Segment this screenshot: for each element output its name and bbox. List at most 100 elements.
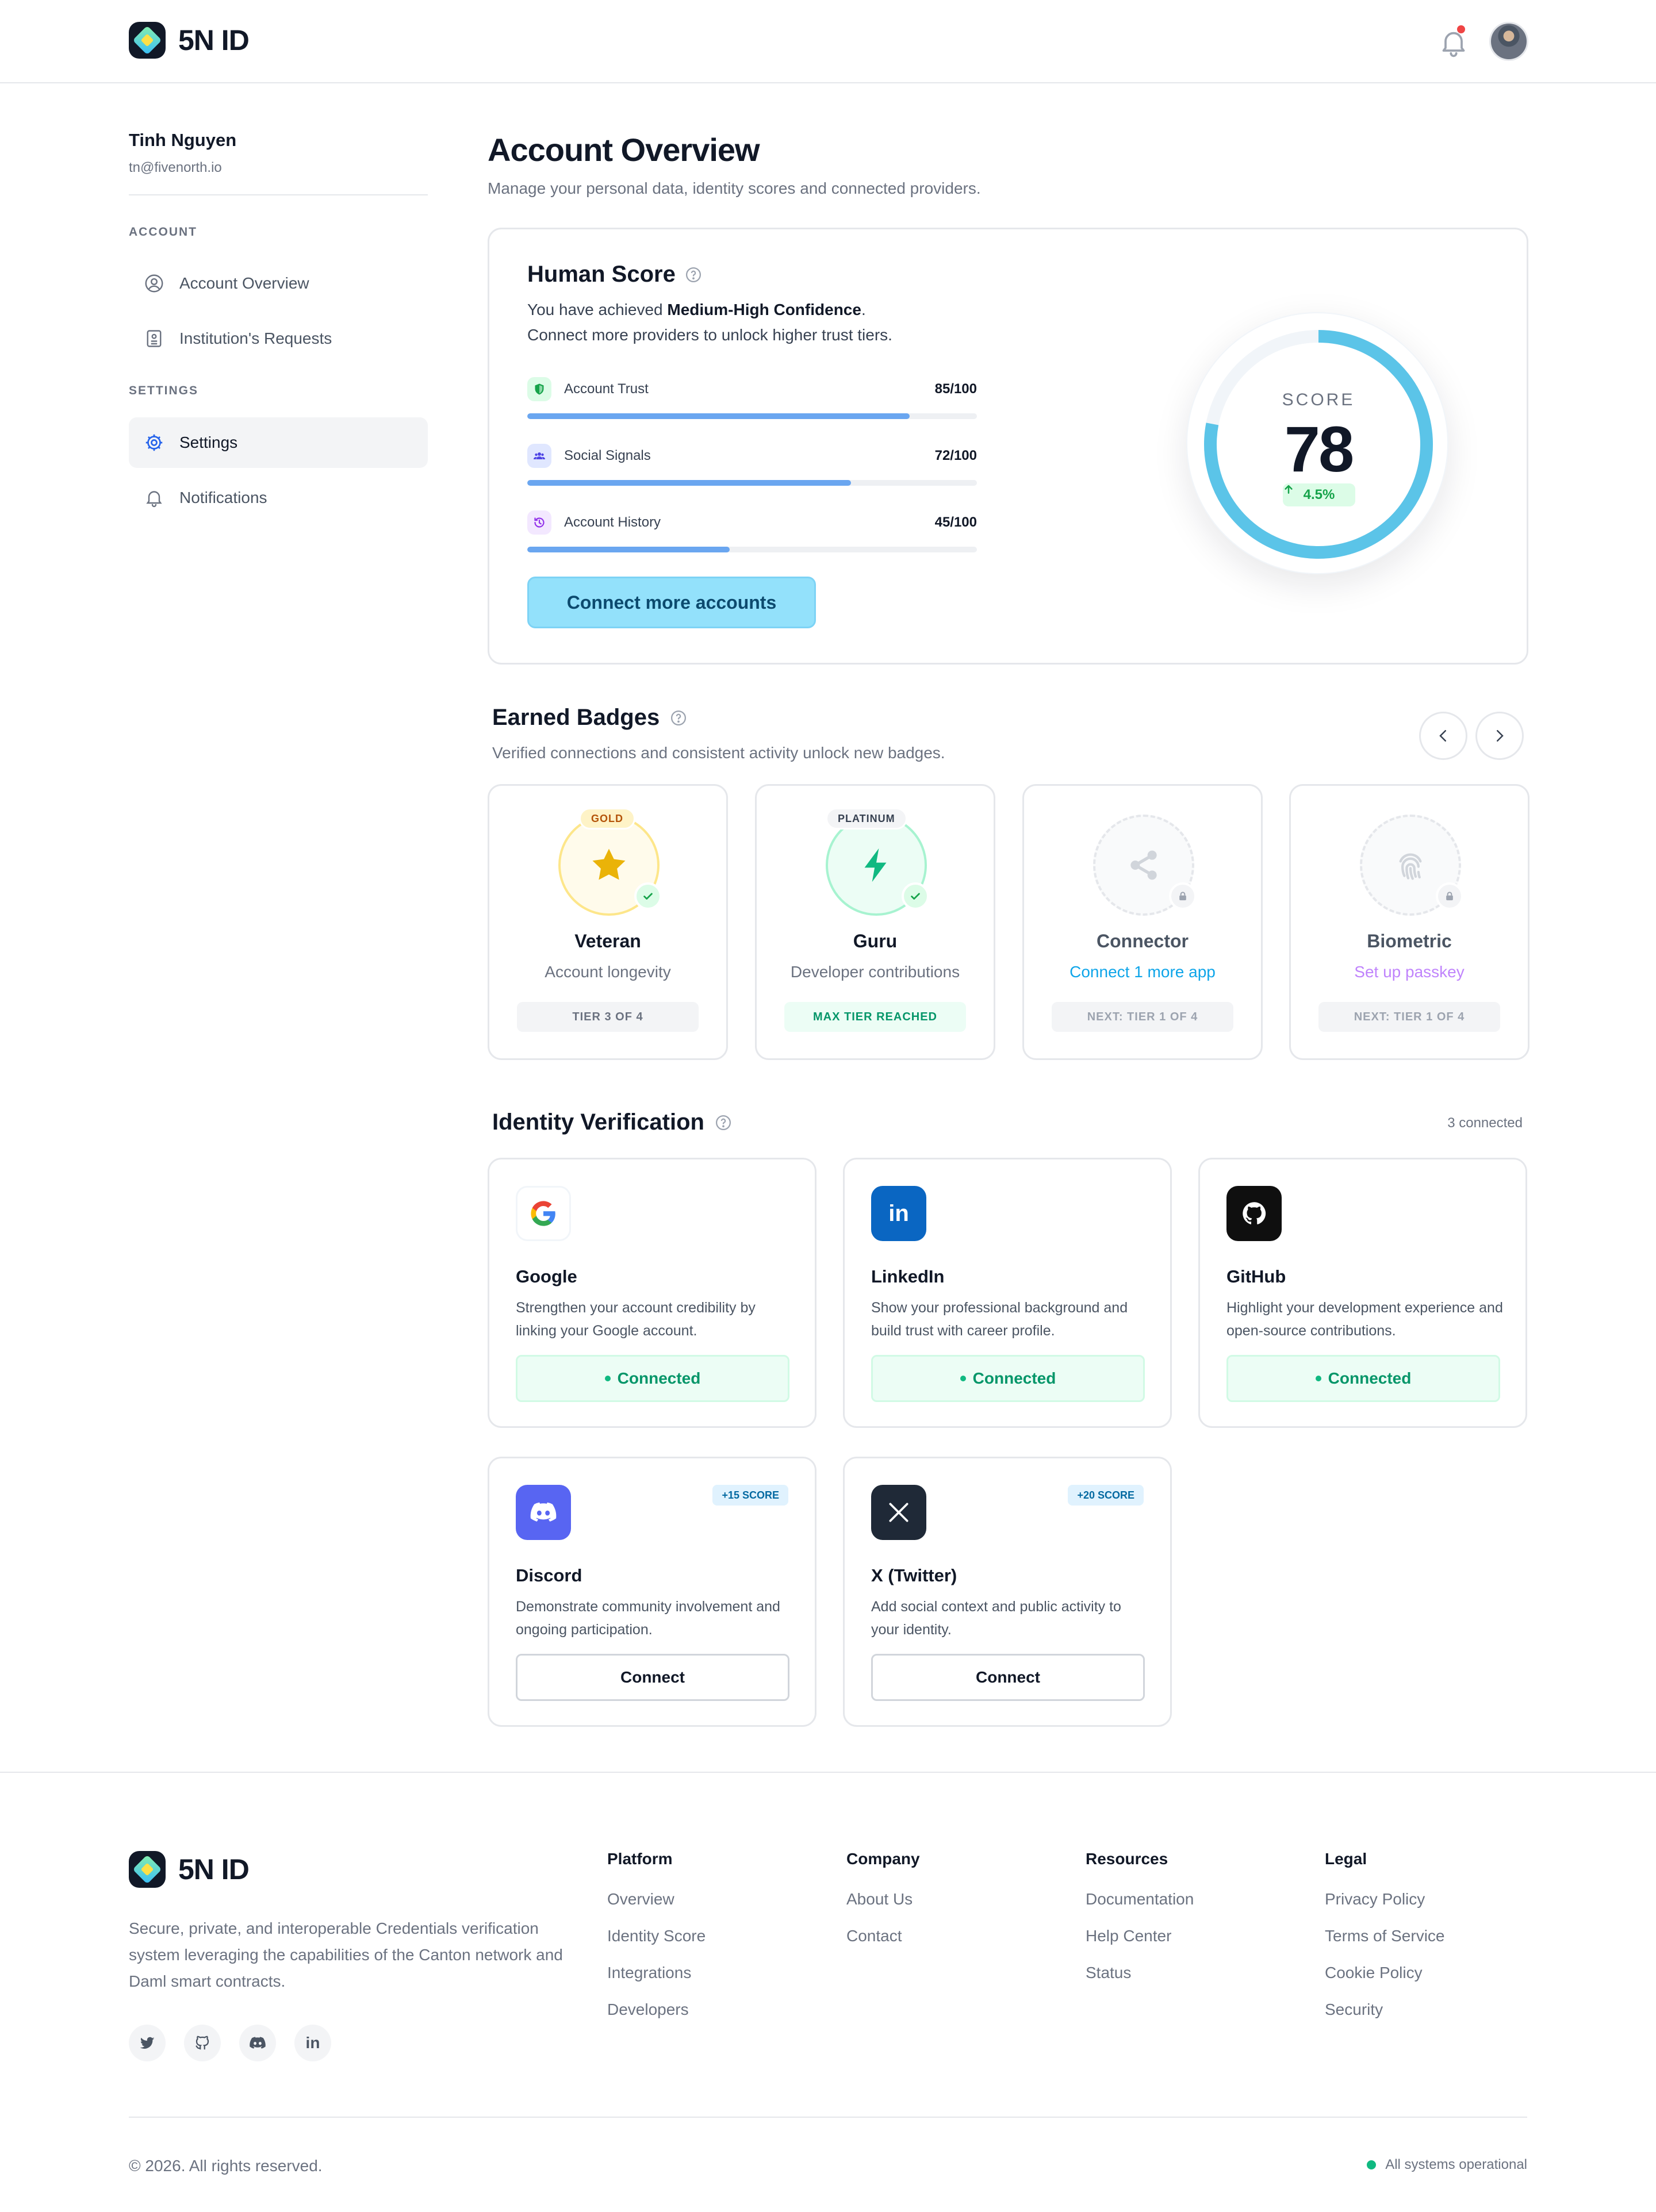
- badge-description: Developer contributions: [790, 963, 960, 981]
- status-dot: [960, 1376, 966, 1381]
- sidebar-item-account-overview[interactable]: Account Overview: [129, 258, 428, 309]
- github-icon: [1226, 1186, 1282, 1241]
- badges-next-button[interactable]: [1475, 712, 1524, 760]
- social-twitter-link[interactable]: [129, 2025, 166, 2061]
- help-icon[interactable]: [715, 1114, 732, 1131]
- connected-status-button[interactable]: Connected: [1226, 1355, 1500, 1402]
- provider-name: Discord: [516, 1565, 582, 1585]
- social-discord-link[interactable]: [239, 2025, 276, 2061]
- system-status[interactable]: All systems operational: [1352, 2157, 1527, 2173]
- connected-status-button[interactable]: Connected: [516, 1355, 789, 1402]
- provider-name: GitHub: [1226, 1266, 1286, 1287]
- sidebar-item-label: Account Overview: [179, 274, 309, 292]
- notification-dot: [1457, 25, 1465, 33]
- badge-description[interactable]: Connect 1 more app: [1024, 963, 1261, 981]
- footer-description: Secure, private, and interoperable Crede…: [129, 1919, 563, 1990]
- sidebar-item-label: Settings: [179, 433, 238, 451]
- logo-mark-icon: [129, 22, 166, 59]
- bolt-icon: [864, 848, 887, 882]
- footer-link[interactable]: Help Center: [1086, 1927, 1171, 1945]
- user-avatar[interactable]: [1489, 22, 1528, 61]
- social-github-link[interactable]: [184, 2025, 221, 2061]
- footer-link[interactable]: Overview: [607, 1890, 674, 1908]
- score-value: 78: [1284, 413, 1355, 485]
- footer-link[interactable]: Terms of Service: [1325, 1927, 1445, 1945]
- twitter-icon: [140, 2037, 155, 2049]
- footer-link[interactable]: Contact: [846, 1927, 902, 1945]
- top-bar: 5N ID: [0, 0, 1656, 83]
- page-subtitle: Manage your personal data, identity scor…: [488, 179, 981, 197]
- badge-card-biometric[interactable]: Biometric Set up passkey NEXT: TIER 1 OF…: [1289, 784, 1529, 1060]
- footer-link[interactable]: Documentation: [1086, 1890, 1194, 1908]
- footer-column-resources-title: Resources: [1086, 1850, 1168, 1868]
- sidebar-item-notifications[interactable]: Notifications: [129, 473, 428, 523]
- badges-prev-button[interactable]: [1419, 712, 1467, 760]
- score-bonus-badge: +20 SCORE: [1068, 1485, 1144, 1506]
- footer-bottom-divider: [129, 2117, 1527, 2118]
- status-dot: [1315, 1376, 1321, 1381]
- footer-logo[interactable]: 5N ID: [129, 1851, 250, 1888]
- chevron-left-icon: [1439, 730, 1446, 742]
- metric-fill: [527, 413, 910, 419]
- metric-value: 85/100: [934, 381, 977, 397]
- badge-description: Account longevity: [545, 963, 671, 981]
- x-icon: [871, 1485, 926, 1540]
- badge-card-connector[interactable]: Connector Connect 1 more app NEXT: TIER …: [1022, 784, 1263, 1060]
- connect-discord-button[interactable]: Connect: [516, 1654, 789, 1701]
- footer-link[interactable]: Status: [1086, 1964, 1131, 1982]
- provider-description: Demonstrate community involvement and on…: [516, 1599, 780, 1638]
- lock-icon: [1436, 882, 1463, 910]
- help-icon[interactable]: [685, 266, 702, 283]
- footer-link[interactable]: About Us: [846, 1890, 913, 1908]
- bell-icon: [143, 486, 166, 509]
- connected-count: 3 connected: [1447, 1115, 1523, 1131]
- notification-bell-icon[interactable]: [1438, 26, 1470, 59]
- footer-link[interactable]: Cookie Policy: [1325, 1964, 1423, 1982]
- app-logo[interactable]: 5N ID: [129, 22, 250, 59]
- human-score-title: Human Score: [527, 262, 702, 287]
- footer-link[interactable]: Identity Score: [607, 1927, 706, 1945]
- provider-card-google: Google Strengthen your account credibili…: [488, 1158, 816, 1428]
- metric-label: Social Signals: [564, 448, 651, 463]
- badge-card-veteran[interactable]: GOLD Veteran Account longevity TIER 3 OF…: [488, 784, 728, 1060]
- footer-column-company-title: Company: [846, 1850, 920, 1868]
- confidence-level: Medium-High Confidence: [667, 301, 861, 318]
- sidebar-item-institution-requests[interactable]: Institution's Requests: [129, 313, 428, 364]
- footer-link[interactable]: Developers: [607, 2000, 689, 2019]
- shield-icon: [527, 377, 551, 401]
- metric-value: 45/100: [934, 514, 977, 530]
- app-name: 5N ID: [178, 24, 250, 56]
- badge-name: Guru: [853, 931, 898, 951]
- metric-value: 72/100: [934, 448, 977, 463]
- metric-label: Account History: [564, 514, 661, 530]
- sidebar-item-label: Notifications: [179, 489, 267, 506]
- metric-account-trust: Account Trust 85/100: [527, 377, 977, 419]
- help-icon[interactable]: [670, 709, 687, 727]
- connect-more-accounts-button[interactable]: Connect more accounts: [527, 577, 816, 628]
- provider-description: Highlight your development experience an…: [1226, 1300, 1503, 1339]
- sidebar-item-settings[interactable]: Settings: [129, 417, 428, 468]
- badge-card-guru[interactable]: PLATINUM Guru Developer contributions MA…: [755, 784, 995, 1060]
- score-ring: SCORE 78 4.5%: [1186, 312, 1448, 574]
- footer-link[interactable]: Security: [1325, 2000, 1383, 2019]
- status-dot: [1367, 2160, 1377, 2169]
- user-circle-icon: [143, 272, 166, 295]
- provider-name: X (Twitter): [871, 1565, 957, 1585]
- social-linkedin-link[interactable]: in: [294, 2025, 331, 2061]
- sidebar-section-account: ACCOUNT: [129, 225, 197, 239]
- badge-tier-tag: GOLD: [579, 808, 635, 830]
- page-title: Account Overview: [488, 132, 760, 168]
- status-label: Connected: [1328, 1369, 1412, 1387]
- connect-x-button[interactable]: Connect: [871, 1654, 1145, 1701]
- footer-link[interactable]: Integrations: [607, 1964, 691, 1982]
- gear-icon: [143, 431, 166, 454]
- discord-icon: [250, 2037, 266, 2049]
- linkedin-icon: in: [305, 2034, 320, 2052]
- identity-section-title: Identity Verification: [492, 1109, 732, 1135]
- footer-link[interactable]: Privacy Policy: [1325, 1890, 1425, 1908]
- badge-description[interactable]: Set up passkey: [1291, 963, 1528, 981]
- badges-title-text: Earned Badges: [492, 705, 660, 730]
- connected-status-button[interactable]: Connected: [871, 1355, 1145, 1402]
- provider-name: Google: [516, 1266, 577, 1287]
- status-label: Connected: [617, 1369, 701, 1387]
